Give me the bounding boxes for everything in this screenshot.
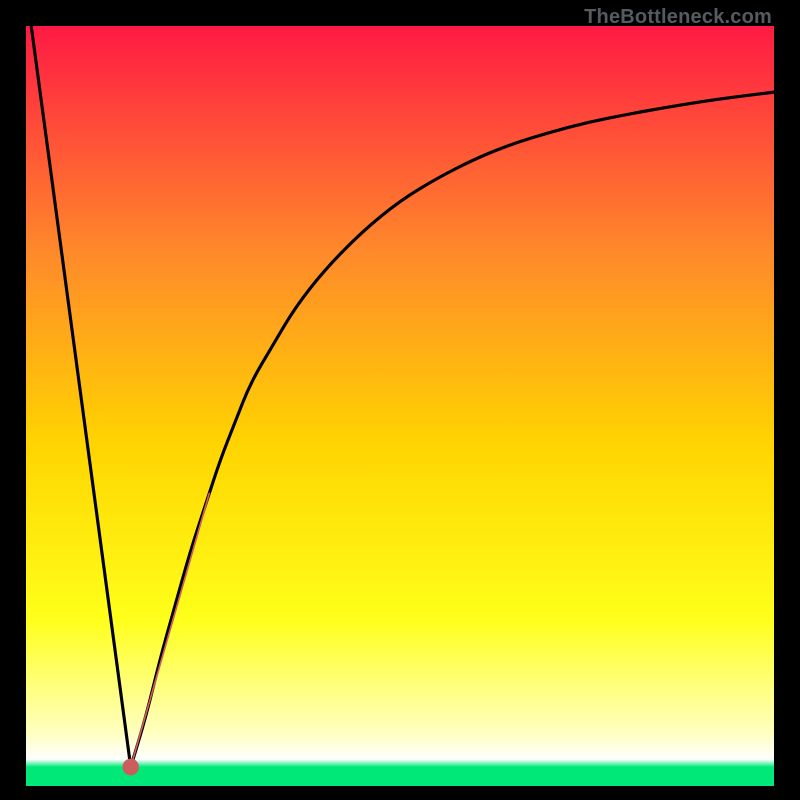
chart-stage: TheBottleneck.com <box>0 0 800 800</box>
watermark-text: TheBottleneck.com <box>584 6 772 29</box>
highlight-endpoint <box>122 759 138 776</box>
chart-plot <box>26 26 774 786</box>
gradient-background <box>26 26 774 786</box>
